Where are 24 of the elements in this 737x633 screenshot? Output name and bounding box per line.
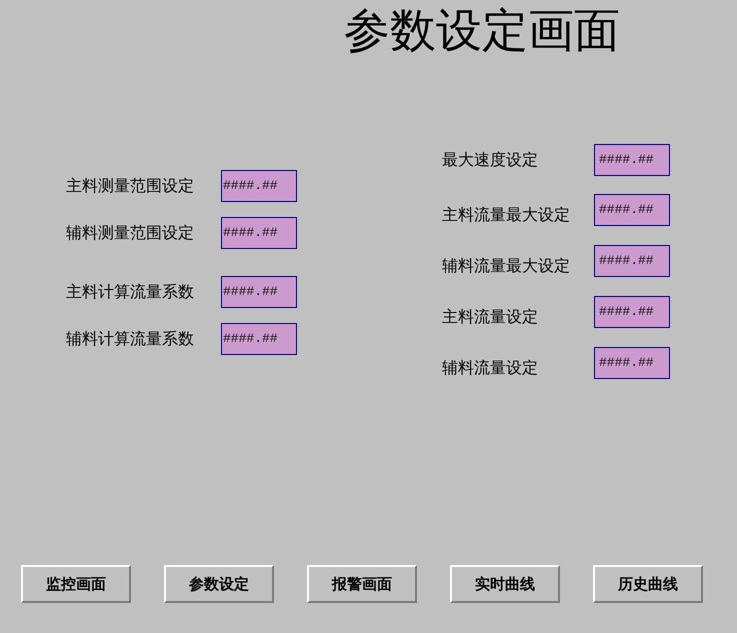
nav-button[interactable]: 历史曲线 [593, 565, 703, 603]
field-label: 主料流量最大设定 [442, 205, 570, 224]
field-label: 辅料流量最大设定 [442, 256, 570, 275]
field-label: 主料计算流量系数 [66, 282, 194, 301]
input-field[interactable]: ####.## [221, 170, 297, 202]
input-field[interactable]: ####.## [221, 217, 297, 249]
field-label: 辅料流量设定 [442, 358, 538, 377]
nav-button[interactable]: 监控画面 [21, 565, 131, 603]
input-field[interactable]: ####.## [594, 347, 670, 379]
field-label: 主料流量设定 [442, 307, 538, 326]
input-field[interactable]: ####.## [594, 245, 670, 277]
input-field[interactable]: ####.## [221, 276, 297, 308]
input-field[interactable]: ####.## [594, 194, 670, 226]
nav-button[interactable]: 报警画面 [307, 565, 417, 603]
field-label: 最大速度设定 [442, 150, 538, 169]
nav-button[interactable]: 实时曲线 [450, 565, 560, 603]
input-field[interactable]: ####.## [221, 323, 297, 355]
input-field[interactable]: ####.## [594, 144, 670, 176]
nav-button[interactable]: 参数设定 [164, 565, 274, 603]
input-field[interactable]: ####.## [594, 296, 670, 328]
field-label: 辅料计算流量系数 [66, 329, 194, 348]
screen-title: 参数设定画面 [344, 4, 620, 56]
field-label: 主料测量范围设定 [66, 176, 194, 195]
field-label: 辅料测量范围设定 [66, 223, 194, 242]
